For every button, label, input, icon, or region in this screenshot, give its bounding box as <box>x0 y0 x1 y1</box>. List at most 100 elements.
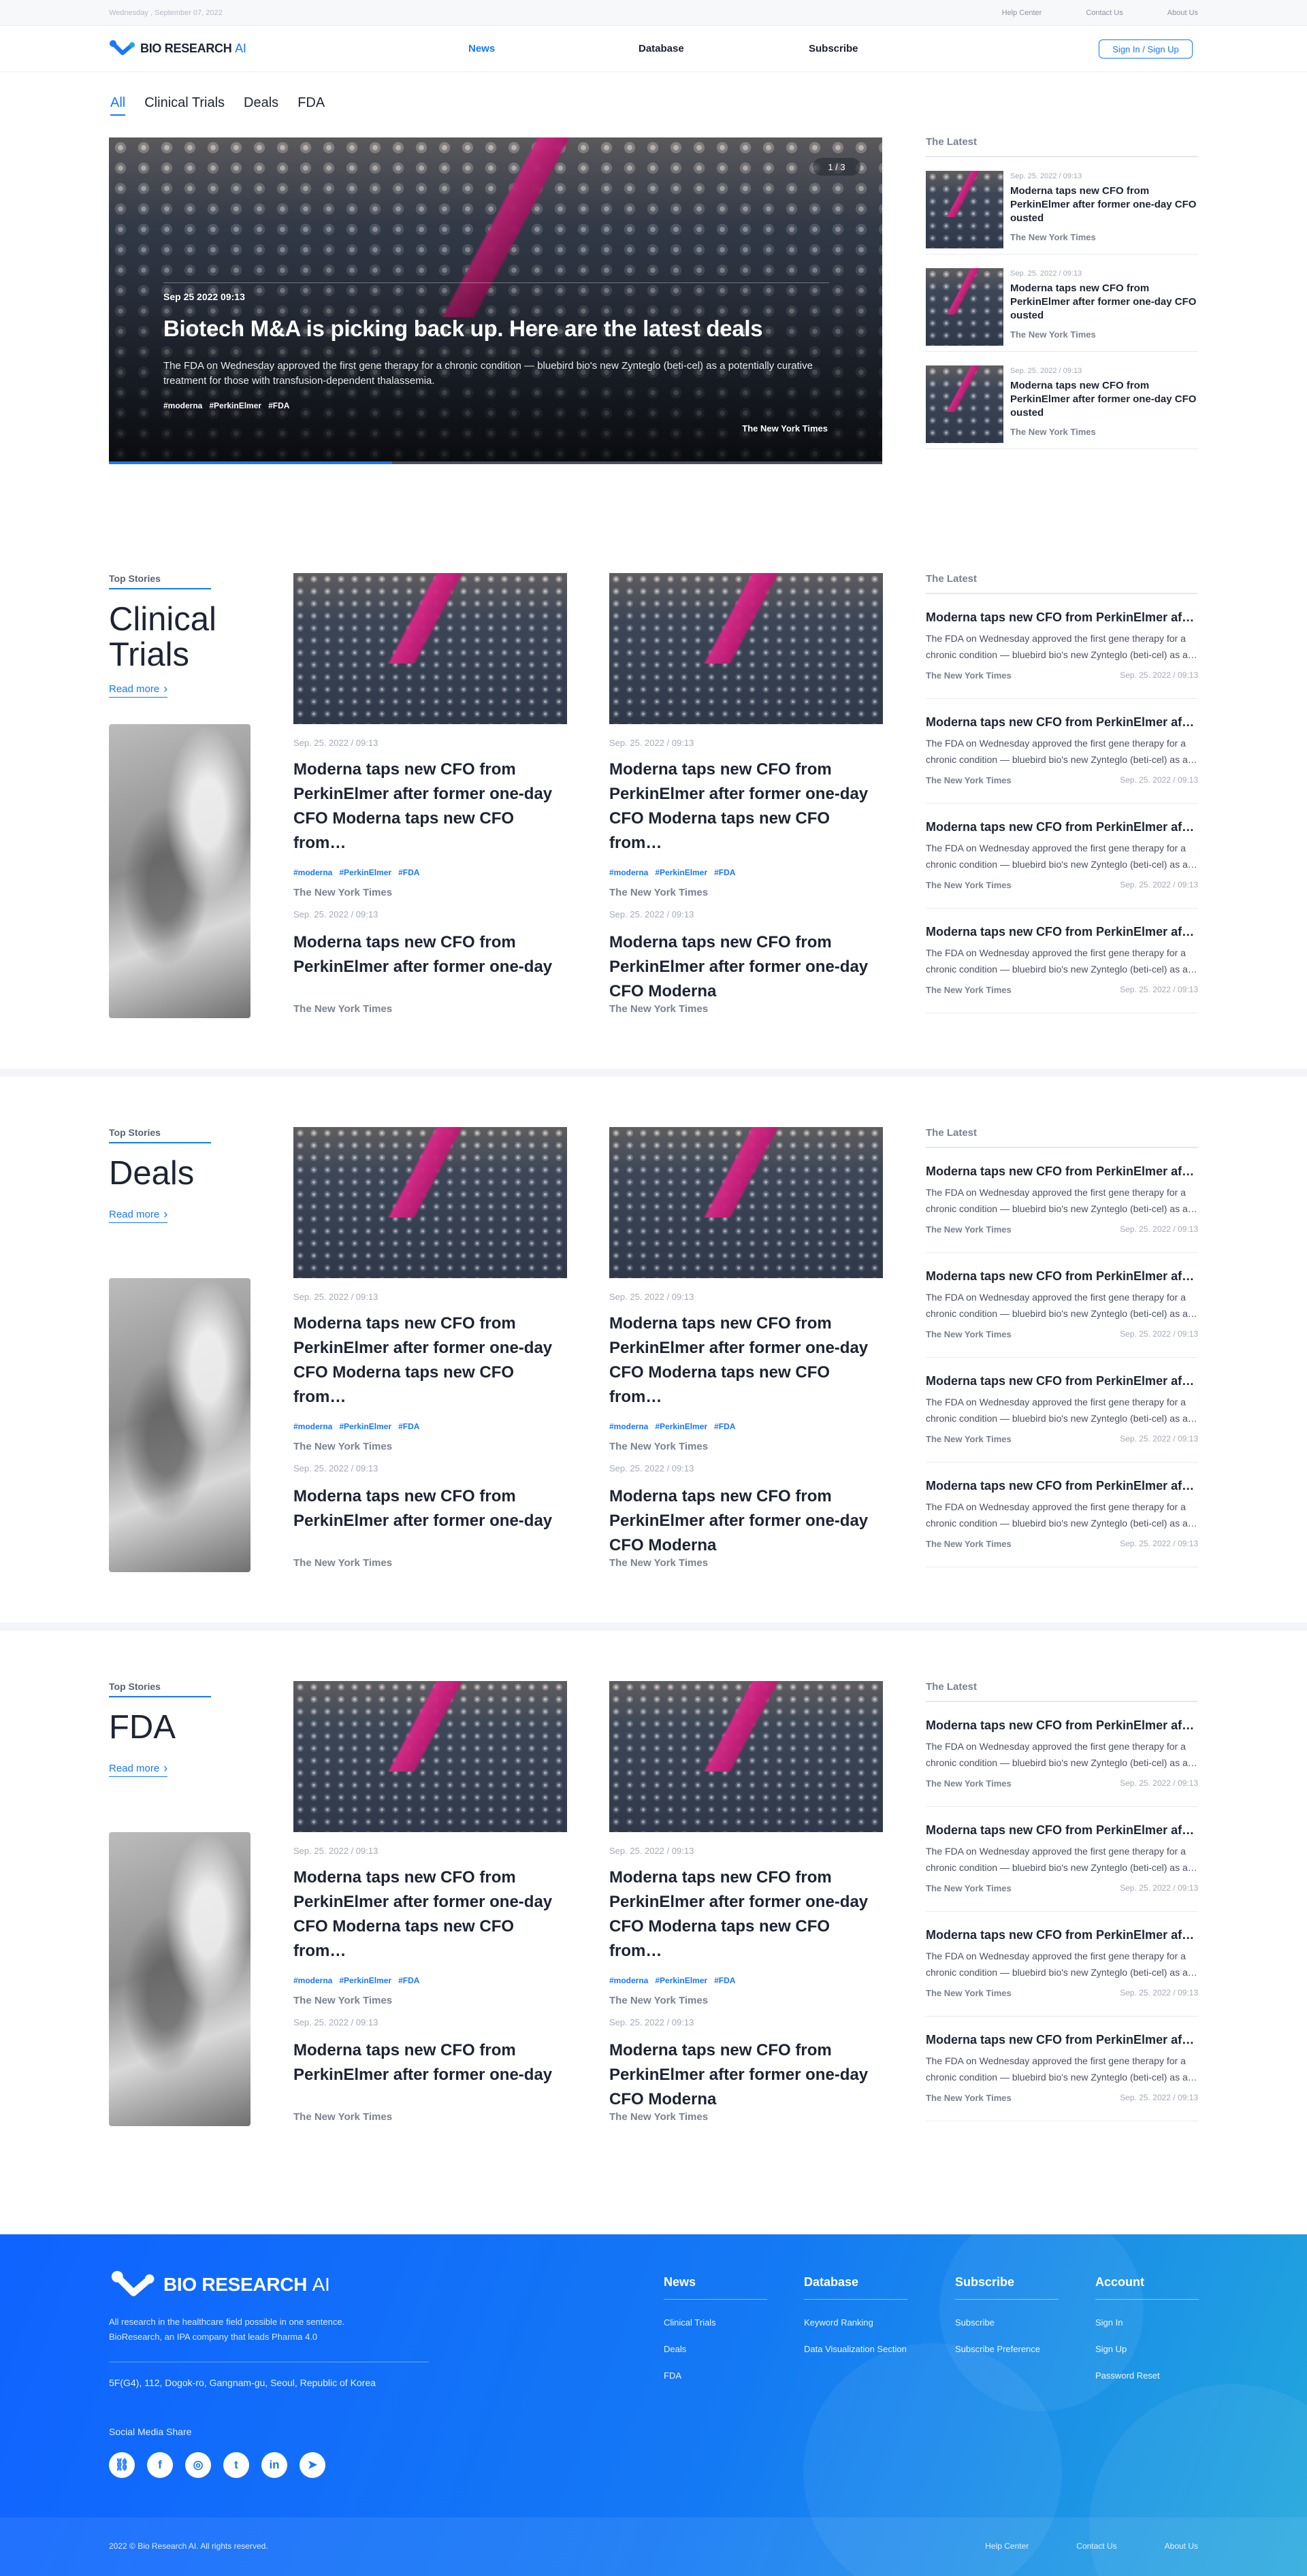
linkedin-icon[interactable]: in <box>261 2452 287 2478</box>
footer-link[interactable]: Clinical Trials <box>664 2317 767 2328</box>
latest-list-item[interactable]: Moderna taps new CFO from PerkinElmer af… <box>926 1463 1198 1567</box>
story-title[interactable]: Moderna taps new CFO from PerkinElmer af… <box>609 757 883 855</box>
latest-list-item[interactable]: Moderna taps new CFO from PerkinElmer af… <box>926 909 1198 1013</box>
latest-list-item[interactable]: Moderna taps new CFO from PerkinElmer af… <box>926 804 1198 909</box>
tag[interactable]: #FDA <box>398 868 419 877</box>
sign-in-button[interactable]: Sign In / Sign Up <box>1099 39 1193 59</box>
latest-item[interactable]: Sep. 25. 2022 / 09:13 Moderna taps new CF… <box>926 255 1198 352</box>
tag[interactable]: #FDA <box>714 868 735 877</box>
story-title[interactable]: Moderna taps new CFO from PerkinElmer af… <box>609 930 883 1004</box>
tag[interactable]: #PerkinElmer <box>655 868 707 877</box>
footer-link[interactable]: Subscribe Preference <box>955 2344 1059 2354</box>
tag[interactable]: #moderna <box>163 401 202 410</box>
footer-link[interactable]: Password Reset <box>1095 2370 1199 2381</box>
tab-all[interactable]: All <box>110 95 126 116</box>
latest-item[interactable]: Sep. 25. 2022 / 09:13 Moderna taps new CF… <box>926 352 1198 449</box>
story-title[interactable]: Moderna taps new CFO from PerkinElmer af… <box>293 1484 567 1533</box>
latest-list-item[interactable]: Moderna taps new CFO from PerkinElmer af… <box>926 1253 1198 1358</box>
tab-deals[interactable]: Deals <box>244 95 278 116</box>
latest-item-title[interactable]: Moderna taps new CFO from PerkinElmer af… <box>926 1269 1198 1284</box>
footer-help-center-link[interactable]: Help Center <box>985 2541 1029 2551</box>
hero-title[interactable]: Biotech M&A is picking back up. Here are… <box>163 316 763 342</box>
hero-carousel[interactable]: 1 / 3 Sep 25 2022 09:13 Biotech M&A is p… <box>109 137 882 464</box>
twitter-icon[interactable]: t <box>223 2452 249 2478</box>
story-title[interactable]: Moderna taps new CFO from PerkinElmer af… <box>609 1484 883 1558</box>
footer-link[interactable]: Sign Up <box>1095 2344 1199 2354</box>
story-title[interactable]: Moderna taps new CFO from PerkinElmer af… <box>609 1311 883 1409</box>
footer-logo[interactable]: BIO RESEARCH AI <box>109 2270 330 2300</box>
story-card-small[interactable]: Sep. 25. 2022 / 09:13 Moderna taps new CF… <box>293 1463 567 1569</box>
latest-list-item[interactable]: Moderna taps new CFO from PerkinElmer af… <box>926 1358 1198 1463</box>
tag[interactable]: #PerkinElmer <box>209 401 261 410</box>
story-title[interactable]: Moderna taps new CFO from PerkinElmer af… <box>293 757 567 855</box>
latest-item-title[interactable]: Moderna taps new CFO from PerkinElmer af… <box>926 925 1198 939</box>
tab-clinical-trials[interactable]: Clinical Trials <box>144 95 225 116</box>
story-title[interactable]: Moderna taps new CFO from PerkinElmer af… <box>293 930 567 979</box>
read-more-link[interactable]: Read more › <box>109 1761 168 1777</box>
facebook-icon[interactable]: f <box>147 2452 173 2478</box>
telegram-icon[interactable]: ➤ <box>300 2452 325 2478</box>
footer-about-us-link[interactable]: About Us <box>1165 2541 1198 2551</box>
latest-item-title[interactable]: Moderna taps new CFO from PerkinElmer af… <box>1010 379 1198 420</box>
story-card-small[interactable]: Sep. 25. 2022 / 09:13 Moderna taps new CF… <box>293 2017 567 2123</box>
tag[interactable]: #PerkinElmer <box>339 1422 391 1431</box>
footer-contact-us-link[interactable]: Contact Us <box>1076 2541 1116 2551</box>
story-card[interactable]: Sep. 25. 2022 / 09:13 Moderna taps new CF… <box>293 1127 567 1452</box>
footer-link[interactable]: Deals <box>664 2344 767 2354</box>
tag[interactable]: #moderna <box>609 1422 648 1431</box>
tab-fda[interactable]: FDA <box>297 95 325 116</box>
story-card[interactable]: Sep. 25. 2022 / 09:13 Moderna taps new CF… <box>293 573 567 898</box>
footer-link[interactable]: Sign In <box>1095 2317 1199 2328</box>
about-us-link[interactable]: About Us <box>1167 9 1198 17</box>
tag[interactable]: #PerkinElmer <box>339 868 391 877</box>
latest-list-item[interactable]: Moderna taps new CFO from PerkinElmer af… <box>926 2017 1198 2121</box>
nav-database[interactable]: Database <box>639 43 809 54</box>
tag[interactable]: #FDA <box>398 1422 419 1431</box>
latest-item-title[interactable]: Moderna taps new CFO from PerkinElmer af… <box>926 2033 1198 2047</box>
latest-item-title[interactable]: Moderna taps new CFO from PerkinElmer af… <box>926 1164 1198 1179</box>
help-center-link[interactable]: Help Center <box>1002 9 1042 17</box>
tag[interactable]: #FDA <box>714 1976 735 1985</box>
tag[interactable]: #FDA <box>268 401 289 410</box>
instagram-icon[interactable]: ◎ <box>185 2452 211 2478</box>
latest-item-title[interactable]: Moderna taps new CFO from PerkinElmer af… <box>926 610 1198 625</box>
story-card-small[interactable]: Sep. 25. 2022 / 09:13 Moderna taps new CF… <box>609 1463 883 1569</box>
nav-subscribe[interactable]: Subscribe <box>809 43 979 54</box>
story-card[interactable]: Sep. 25. 2022 / 09:13 Moderna taps new CF… <box>609 1681 883 2006</box>
story-card-small[interactable]: Sep. 25. 2022 / 09:13 Moderna taps new CF… <box>293 909 567 1015</box>
tag[interactable]: #PerkinElmer <box>339 1976 391 1985</box>
latest-item-title[interactable]: Moderna taps new CFO from PerkinElmer af… <box>926 1928 1198 1942</box>
latest-list-item[interactable]: Moderna taps new CFO from PerkinElmer af… <box>926 699 1198 804</box>
tag[interactable]: #FDA <box>714 1422 735 1431</box>
tag[interactable]: #PerkinElmer <box>655 1422 707 1431</box>
story-card-small[interactable]: Sep. 25. 2022 / 09:13 Moderna taps new CF… <box>609 2017 883 2123</box>
tag[interactable]: #moderna <box>609 1976 648 1985</box>
latest-item-title[interactable]: Moderna taps new CFO from PerkinElmer af… <box>926 715 1198 730</box>
latest-list-item[interactable]: Moderna taps new CFO from PerkinElmer af… <box>926 594 1198 699</box>
contact-us-link[interactable]: Contact Us <box>1086 9 1123 17</box>
read-more-link[interactable]: Read more › <box>109 1207 168 1223</box>
story-title[interactable]: Moderna taps new CFO from PerkinElmer af… <box>293 1865 567 1963</box>
footer-link[interactable]: Data Visualization Section <box>804 2344 907 2354</box>
footer-link[interactable]: FDA <box>664 2370 767 2381</box>
story-title[interactable]: Moderna taps new CFO from PerkinElmer af… <box>293 2038 567 2087</box>
story-card-small[interactable]: Sep. 25. 2022 / 09:13 Moderna taps new CF… <box>609 909 883 1015</box>
brand-logo[interactable]: BIO RESEARCH AI <box>109 39 246 57</box>
latest-item-title[interactable]: Moderna taps new CFO from PerkinElmer af… <box>926 1823 1198 1838</box>
tag[interactable]: #FDA <box>398 1976 419 1985</box>
latest-item-title[interactable]: Moderna taps new CFO from PerkinElmer af… <box>1010 184 1198 225</box>
story-title[interactable]: Moderna taps new CFO from PerkinElmer af… <box>609 1865 883 1963</box>
link-icon[interactable]: ⛓ <box>109 2452 135 2478</box>
story-card[interactable]: Sep. 25. 2022 / 09:13 Moderna taps new CF… <box>609 573 883 898</box>
tag[interactable]: #PerkinElmer <box>655 1976 707 1985</box>
latest-list-item[interactable]: Moderna taps new CFO from PerkinElmer af… <box>926 1148 1198 1253</box>
latest-item-title[interactable]: Moderna taps new CFO from PerkinElmer af… <box>926 1718 1198 1733</box>
latest-item-title[interactable]: Moderna taps new CFO from PerkinElmer af… <box>926 820 1198 834</box>
latest-item-title[interactable]: Moderna taps new CFO from PerkinElmer af… <box>926 1479 1198 1493</box>
story-card[interactable]: Sep. 25. 2022 / 09:13 Moderna taps new CF… <box>293 1681 567 2006</box>
story-card[interactable]: Sep. 25. 2022 / 09:13 Moderna taps new CF… <box>609 1127 883 1452</box>
tag[interactable]: #moderna <box>609 868 648 877</box>
latest-item[interactable]: Sep. 25. 2022 / 09:13 Moderna taps new CF… <box>926 157 1198 255</box>
tag[interactable]: #moderna <box>293 1976 332 1985</box>
story-title[interactable]: Moderna taps new CFO from PerkinElmer af… <box>293 1311 567 1409</box>
